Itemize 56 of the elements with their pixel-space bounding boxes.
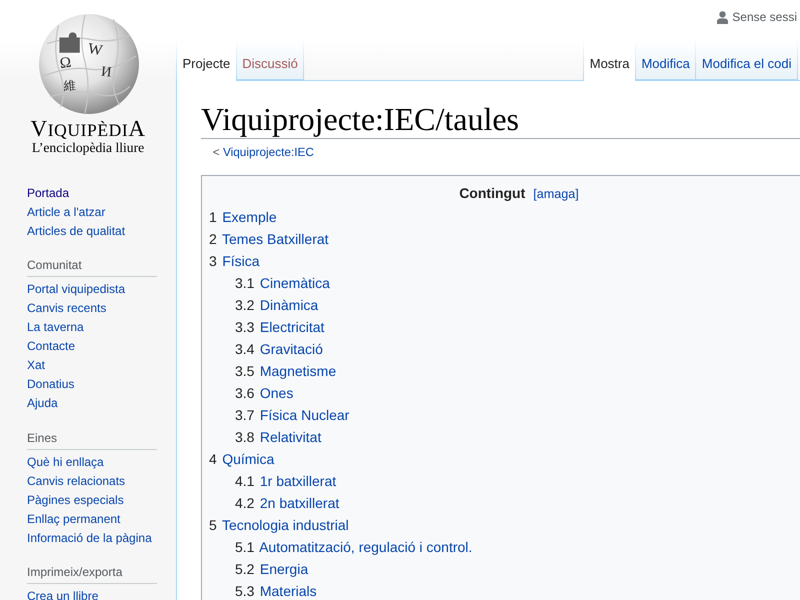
view-tab[interactable]: Mostra xyxy=(583,40,636,81)
logo-glyph: W xyxy=(86,40,104,60)
sidebar-link[interactable]: Pàgines especials xyxy=(27,492,124,506)
toc-link[interactable]: 1 Exemple xyxy=(209,209,277,225)
view-tab[interactable]: Modifica el codi xyxy=(696,40,798,80)
sidebar-link[interactable]: Contacte xyxy=(27,339,76,353)
sidebar-link[interactable]: Enllaç permanent xyxy=(27,512,120,526)
toc-link[interactable]: 5.1 Automatització, regulació i control. xyxy=(235,539,472,555)
sidebar-heading: Eines xyxy=(27,430,58,444)
sidebar-link[interactable]: Informació de la pàgina xyxy=(27,530,152,544)
toc-link[interactable]: 4.1 1r batxillerat xyxy=(235,473,336,489)
toc-link[interactable]: 5.2 Energia xyxy=(235,561,308,577)
toc-title: Contingut xyxy=(459,185,526,201)
site-tagline: L’enciclopèdia lliure xyxy=(32,140,144,155)
user-icon xyxy=(717,11,728,24)
logo-glyph: 維 xyxy=(63,78,76,93)
namespace-tab[interactable]: Discussió xyxy=(236,40,304,80)
puzzle-globe-logo[interactable]: Ω W И 維 xyxy=(38,13,140,115)
toc-link[interactable]: 4 Química xyxy=(209,451,274,467)
sidebar-link[interactable]: Portada xyxy=(27,186,70,200)
toc-link[interactable]: 4.2 2n batxillerat xyxy=(235,495,340,511)
sidebar-link[interactable]: Canvis relacionats xyxy=(27,474,126,488)
toc-link[interactable]: 3.4 Gravitació xyxy=(235,341,323,357)
sidebar-link[interactable]: Xat xyxy=(27,358,46,372)
namespace-tab[interactable]: Projecte xyxy=(176,40,237,81)
parent-page-link[interactable]: Viquiprojecte:IEC xyxy=(222,145,314,159)
view-tab[interactable]: Modifica xyxy=(636,40,696,80)
logo-glyph: Ω xyxy=(58,54,72,72)
toc-toggle-link[interactable]: [amaga] xyxy=(533,187,579,201)
sidebar-heading: Imprimeix/exporta xyxy=(27,565,122,579)
sidebar-link[interactable]: Article a l'atzar xyxy=(27,204,106,218)
toc-link[interactable]: 3 Física xyxy=(209,253,260,269)
toc-link[interactable]: 3.2 Dinàmica xyxy=(235,297,318,313)
toc-link[interactable]: 2 Temes Batxillerat xyxy=(209,231,329,247)
toc-link[interactable]: 5.3 Materials xyxy=(235,583,317,599)
page-title: Viquiprojecte:IEC/taules xyxy=(201,101,519,137)
sidebar-link[interactable]: Canvis recents xyxy=(27,301,106,315)
sidebar-link[interactable]: Què hi enllaça xyxy=(27,454,104,468)
toc-link[interactable]: 5 Tecnologia industrial xyxy=(209,517,349,533)
breadcrumb-marker: < xyxy=(212,145,220,159)
sidebar-link[interactable]: Articles de qualitat xyxy=(27,224,126,238)
sidebar-heading: Comunitat xyxy=(27,258,82,272)
toc-link[interactable]: 3.7 Física Nuclear xyxy=(235,407,350,423)
sidebar-link[interactable]: La taverna xyxy=(27,320,84,334)
sidebar-link[interactable]: Donatius xyxy=(27,377,74,391)
site-wordmark: VIQUIPÈDIA xyxy=(30,120,146,140)
toc-link[interactable]: 3.1 Cinemàtica xyxy=(235,275,330,291)
toc-link[interactable]: 3.3 Electricitat xyxy=(235,319,324,335)
toc-link[interactable]: 3.5 Magnetisme xyxy=(235,363,336,379)
toc-link[interactable]: 3.6 Ones xyxy=(235,385,294,401)
sidebar-link[interactable]: Ajuda xyxy=(27,396,58,410)
toc-link[interactable]: 3.8 Relativitat xyxy=(235,429,322,445)
logo-glyph: И xyxy=(100,64,112,81)
sidebar-link[interactable]: Crea un llibre xyxy=(27,589,98,600)
login-status: Sense sessi xyxy=(732,10,797,24)
sidebar-link[interactable]: Portal viquipedista xyxy=(27,282,126,296)
